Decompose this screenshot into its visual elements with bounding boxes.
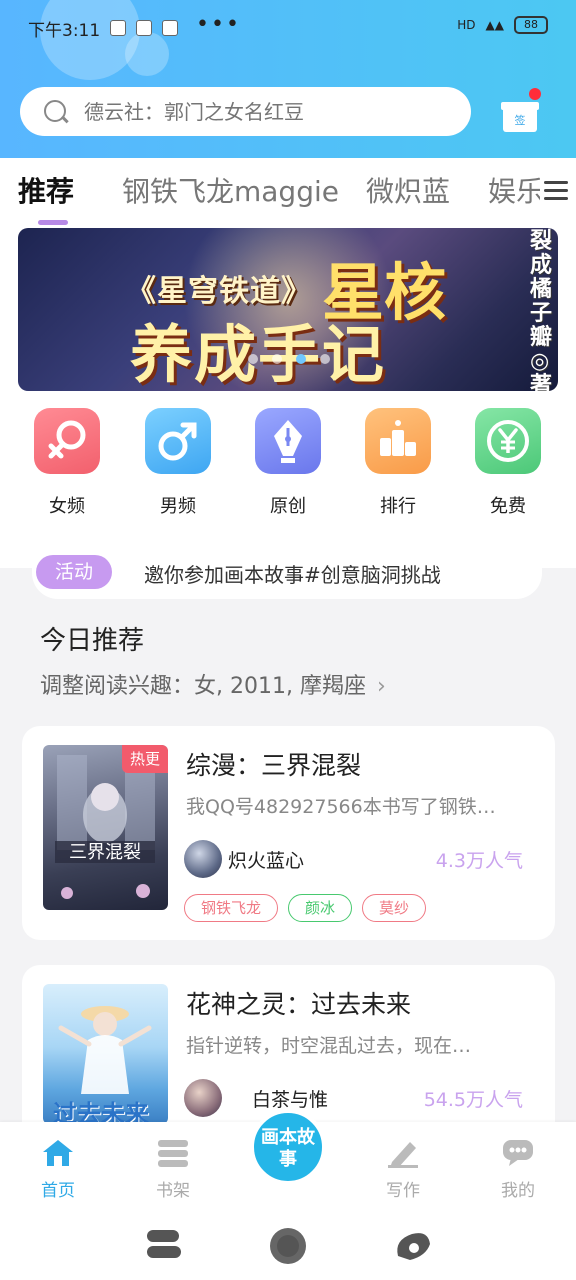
bookshelf-icon	[158, 1140, 188, 1167]
svg-text:三界混裂: 三界混裂	[69, 842, 141, 863]
bottom-nav: 首页 书架 画本故事 写作 我的	[0, 1109, 576, 1212]
tab-bar: 推荐 钢铁飞龙maggie 微炽蓝 娱乐	[0, 158, 576, 228]
status-time: 下午3:11	[28, 21, 101, 41]
chat-bubble-icon	[503, 1140, 533, 1166]
notification-dot	[529, 88, 541, 100]
popularity: 54.5万人气	[423, 1089, 523, 1111]
menu-icon[interactable]	[540, 176, 570, 206]
home-gesture-icon[interactable]	[266, 1226, 310, 1266]
hd-icon: HD	[457, 18, 476, 32]
book-title: 综漫：三界混裂	[186, 751, 362, 780]
category-label: 男频	[160, 496, 196, 517]
nav-story-button[interactable]: 画本故事	[250, 1109, 326, 1185]
avatar	[184, 1079, 222, 1117]
book-title: 花神之灵：过去未来	[186, 990, 412, 1019]
category-label: 原创	[270, 496, 306, 517]
pen-icon	[255, 408, 321, 474]
author-name: 炽火蓝心	[228, 850, 305, 872]
nav-bookshelf[interactable]: 书架	[138, 1138, 208, 1201]
author-name: 白茶与惟	[252, 1089, 329, 1111]
category-ranking[interactable]: 排行	[353, 408, 443, 518]
popularity: 4.3万人气	[435, 850, 523, 872]
nav-label: 我的	[501, 1181, 535, 1201]
tag[interactable]: 颜冰	[288, 894, 353, 922]
male-icon	[145, 408, 211, 474]
book-description: 指针逆转，时空混乱过去，现在…	[186, 1035, 472, 1057]
notification-icon	[110, 20, 126, 36]
status-more-icon: •••	[196, 12, 241, 37]
book-cover: 三界混裂 热更	[43, 745, 168, 910]
signal-icon: ▲▲	[485, 18, 504, 32]
back-gesture-icon[interactable]	[145, 1226, 183, 1262]
tag[interactable]: 莫纱	[362, 894, 427, 922]
carousel-dots	[248, 354, 330, 364]
yen-icon	[475, 408, 541, 474]
nav-label: 首页	[41, 1181, 75, 1201]
decor-bubble	[125, 32, 169, 76]
tag[interactable]: 钢铁飞龙	[184, 894, 279, 922]
category-label: 女频	[49, 496, 85, 517]
category-label: 免费	[490, 496, 526, 517]
battery-icon: 88	[514, 16, 548, 34]
reading-preference-link[interactable]: 调整阅读兴趣：女, 2011, 摩羯座 ›	[40, 668, 386, 700]
nav-write[interactable]: 写作	[368, 1138, 438, 1201]
section-title: 今日推荐	[40, 626, 145, 656]
content-top: 《星穹铁道》 星核 养成手记 裂成橘子瓣◎著 女频 男频 原创 排行 免费	[0, 228, 576, 568]
checkin-gift-button[interactable]: 签	[499, 88, 541, 138]
chevron-right-icon: ›	[376, 674, 386, 699]
category-free[interactable]: 免费	[463, 408, 553, 518]
notification-icon	[162, 20, 178, 36]
tab-recommend[interactable]: 推荐	[18, 170, 74, 210]
tab-gangtiefeilong[interactable]: 钢铁飞龙maggie	[122, 170, 339, 210]
reading-preference-text: 调整阅读兴趣：女, 2011, 摩羯座	[40, 674, 366, 699]
home-icon	[43, 1140, 73, 1166]
activity-text: 邀你参加画本故事#创意脑洞挑战	[144, 563, 441, 587]
category-female[interactable]: 女频	[22, 408, 112, 518]
carousel-dot[interactable]	[272, 354, 282, 364]
category-row: 女频 男频 原创 排行 免费	[0, 408, 576, 518]
book-description: 我QQ号482927566本书写了钢铁…	[186, 796, 496, 818]
status-right: HD ▲▲ 88	[457, 16, 548, 34]
activity-banner[interactable]: 活动 邀你参加画本故事#创意脑洞挑战	[32, 543, 542, 599]
search-icon	[42, 98, 70, 126]
female-icon	[34, 408, 100, 474]
nav-label: 书架	[156, 1181, 190, 1201]
banner-author: 裂成橘子瓣◎著	[530, 229, 553, 392]
nav-home[interactable]: 首页	[23, 1138, 93, 1201]
status-notification-icons	[110, 20, 178, 36]
hot-update-badge: 热更	[122, 745, 168, 773]
system-gesture-bar	[0, 1212, 576, 1280]
ranking-icon	[365, 408, 431, 474]
book-card[interactable]: 三界混裂 热更 综漫：三界混裂 我QQ号482927566本书写了钢铁… 炽火蓝…	[22, 726, 555, 940]
cover-title: 过去未来	[53, 1100, 149, 1124]
tab-indicator	[38, 220, 68, 225]
search-bar[interactable]	[20, 87, 471, 136]
notification-icon	[136, 20, 152, 36]
tab-weichilan[interactable]: 微炽蓝	[366, 170, 450, 210]
nav-label: 写作	[386, 1181, 420, 1201]
carousel-dot[interactable]	[248, 354, 258, 364]
pencil-icon	[388, 1142, 418, 1168]
gift-icon: 签	[503, 106, 537, 132]
tab-entertainment[interactable]: 娱乐	[488, 170, 544, 210]
carousel-dot-active[interactable]	[296, 354, 306, 364]
nav-mine[interactable]: 我的	[483, 1138, 553, 1201]
carousel-dot[interactable]	[320, 354, 330, 364]
activity-badge: 活动	[36, 555, 112, 589]
book-cover: 过去未来	[43, 984, 168, 1124]
avatar	[184, 840, 222, 878]
header: 下午3:11 ••• HD ▲▲ 88 签	[0, 0, 576, 158]
banner-title-line2: 养成手记	[130, 318, 387, 391]
category-male[interactable]: 男频	[133, 408, 223, 518]
tag-list: 钢铁飞龙 颜冰 莫纱	[184, 894, 427, 922]
category-original[interactable]: 原创	[243, 408, 333, 518]
search-input[interactable]	[84, 99, 444, 124]
banner-carousel[interactable]: 《星穹铁道》 星核 养成手记 裂成橘子瓣◎著	[18, 228, 558, 391]
recents-gesture-icon[interactable]	[392, 1226, 434, 1266]
category-label: 排行	[380, 496, 416, 517]
